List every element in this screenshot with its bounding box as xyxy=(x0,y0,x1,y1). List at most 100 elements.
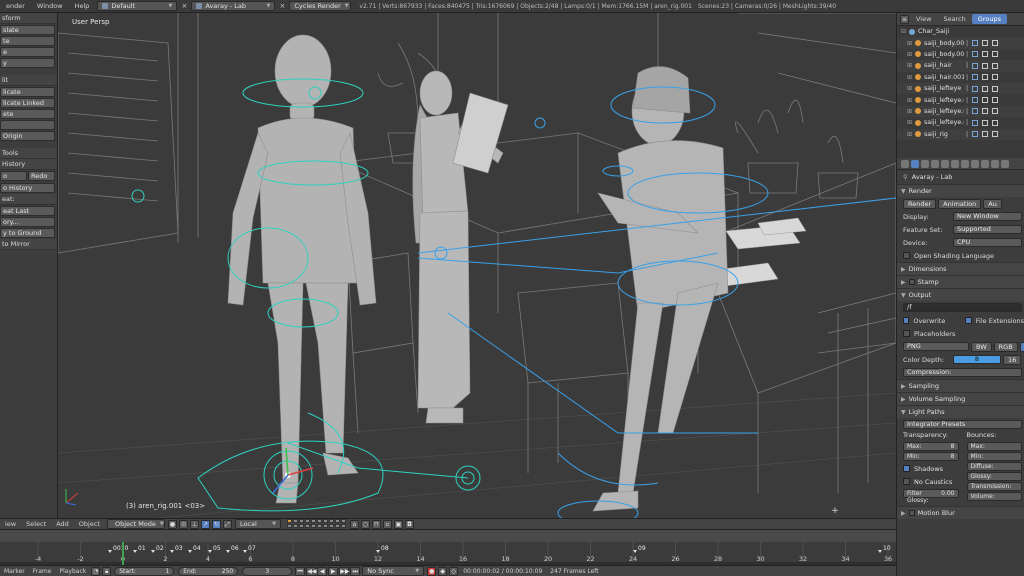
expand-icon[interactable]: ⊞ xyxy=(907,62,913,69)
keying-icon[interactable]: ◔ xyxy=(91,567,100,576)
rotate-icon[interactable]: ↻ xyxy=(212,520,221,529)
color-depth-16-button[interactable]: 16 xyxy=(1003,355,1021,365)
menu-object[interactable]: Object xyxy=(74,520,105,528)
snap-target-icon[interactable]: ▫ xyxy=(383,520,392,529)
toolshelf-button[interactable]: o History xyxy=(0,183,55,193)
stamp-checkbox[interactable] xyxy=(909,279,915,285)
end-frame-field[interactable]: End: 250 xyxy=(178,567,238,576)
toolshelf-button[interactable]: slate xyxy=(0,25,55,35)
motion-blur-checkbox[interactable] xyxy=(909,510,915,516)
toolshelf-button[interactable]: te xyxy=(0,36,55,46)
glossy-field[interactable]: Glossy: xyxy=(967,472,1023,481)
toolshelf-button[interactable]: licate Linked xyxy=(0,98,55,108)
toolshelf-panel-header[interactable]: sform xyxy=(0,13,57,24)
toolshelf-panel-header[interactable]: to Mirror xyxy=(0,239,57,250)
menu-select[interactable]: Select xyxy=(21,520,51,528)
texture-tab-icon[interactable] xyxy=(1001,160,1009,168)
toolshelf-button[interactable]: y xyxy=(0,58,55,68)
menu-window[interactable]: Window xyxy=(31,2,69,10)
camera-icon[interactable]: ◘ xyxy=(405,520,414,529)
filter-glossy-field[interactable]: Filter Glossy:0.00 xyxy=(903,489,959,498)
rgb-button[interactable]: RGB xyxy=(994,342,1018,352)
jump-start-icon[interactable]: ⏮ xyxy=(295,567,305,576)
toolshelf-button[interactable]: Origin xyxy=(0,131,55,141)
expand-icon[interactable]: ⊞ xyxy=(907,108,913,115)
3d-viewport[interactable]: User Persp (3) aren_rig.001 <03> + xyxy=(58,13,896,518)
menu-help[interactable]: Help xyxy=(69,2,96,10)
restrict-view-icon[interactable] xyxy=(982,40,988,46)
lock-icon[interactable]: ⌂ xyxy=(350,520,359,529)
play-reverse-icon[interactable]: ◀ xyxy=(317,567,327,576)
restrict-view-icon[interactable] xyxy=(982,51,988,57)
close-icon[interactable]: × xyxy=(277,1,287,11)
tab-view[interactable]: View xyxy=(910,14,937,24)
render-engine-dropdown[interactable]: Cycles Render ▼ xyxy=(289,1,351,11)
bounces-min-field[interactable]: Min: xyxy=(967,452,1023,461)
panel-motion-blur[interactable]: ▶Motion Blur xyxy=(897,506,1024,519)
restrict-view-icon[interactable] xyxy=(982,63,988,69)
expand-icon[interactable]: ⊞ xyxy=(907,131,913,138)
transparency-max-field[interactable]: Max:8 xyxy=(903,442,959,451)
transmission-field[interactable]: Transmission: xyxy=(967,482,1023,491)
file-extensions-checkbox[interactable] xyxy=(965,317,971,324)
menu-render[interactable]: ender xyxy=(0,2,31,10)
restrict-select-icon[interactable] xyxy=(992,97,998,103)
redo-button[interactable]: Redo xyxy=(28,171,55,181)
panel-stamp[interactable]: ▶Stamp xyxy=(897,275,1024,288)
outliner-item[interactable]: ⊞saiji_hair.001| xyxy=(897,72,1024,83)
world-tab-icon[interactable] xyxy=(941,160,949,168)
restrict-select-icon[interactable] xyxy=(992,120,998,126)
toolshelf-panel-header[interactable]: Tools xyxy=(0,148,57,159)
panel-dimensions[interactable]: ▶Dimensions xyxy=(897,262,1024,275)
transparency-min-field[interactable]: Min:8 xyxy=(903,452,959,461)
pin-icon[interactable]: ⚲ xyxy=(903,173,908,181)
timeline[interactable]: -4-2024681012141618202224262830323436384… xyxy=(0,529,896,565)
toolshelf-button[interactable]: ory... xyxy=(0,217,55,227)
compression-slider[interactable]: Compression: xyxy=(903,368,1022,377)
screen-layout-dropdown[interactable]: Default ▼ xyxy=(97,1,177,11)
color-depth-8-button[interactable]: 8 xyxy=(953,355,1001,364)
outliner-item[interactable]: ⊞saiji_body.001| xyxy=(897,37,1024,48)
outliner-item[interactable]: ⊞saiji_rig| xyxy=(897,129,1024,140)
play-icon[interactable]: ▶ xyxy=(328,567,338,576)
output-path-field[interactable]: /f xyxy=(903,303,1022,312)
device-dropdown[interactable]: CPU xyxy=(953,238,1022,247)
sync-dropdown[interactable]: No Sync ▼ xyxy=(362,566,424,576)
tab-search[interactable]: Search xyxy=(937,14,971,24)
menu-marker[interactable]: Marker xyxy=(0,568,29,575)
render-preview-icon[interactable]: ▣ xyxy=(394,520,403,529)
collapse-icon[interactable]: ⊟ xyxy=(901,28,907,35)
shadows-checkbox[interactable] xyxy=(903,465,910,472)
restrict-select-icon[interactable] xyxy=(992,108,998,114)
outliner-editor-icon[interactable]: ≡ xyxy=(900,15,909,24)
data-tab-icon[interactable] xyxy=(981,160,989,168)
editor-type-icon[interactable] xyxy=(901,160,909,168)
restrict-view-icon[interactable] xyxy=(982,74,988,80)
toolshelf-button[interactable]: ete xyxy=(0,109,55,119)
render-tab-icon[interactable] xyxy=(911,160,919,168)
material-tab-icon[interactable] xyxy=(991,160,999,168)
layer-button[interactable] xyxy=(341,524,346,528)
layer-button[interactable] xyxy=(341,519,346,523)
toolshelf-button[interactable]: e xyxy=(0,47,55,57)
outliner-item[interactable]: ⊞saiji_lefteye.001| xyxy=(897,94,1024,105)
prev-keyframe-icon[interactable]: ◀◀ xyxy=(306,567,316,576)
integrator-presets-dropdown[interactable]: Integrator Presets xyxy=(903,420,1022,429)
panel-sampling[interactable]: ▶Sampling xyxy=(897,379,1024,392)
add-region-icon[interactable]: + xyxy=(830,506,840,516)
restrict-view-icon[interactable] xyxy=(982,131,988,137)
menu-playback[interactable]: Playback xyxy=(55,568,90,575)
keyframe-icon[interactable]: ◆ xyxy=(438,567,447,576)
panel-render[interactable]: ▼Render xyxy=(897,184,1024,197)
close-icon[interactable]: × xyxy=(179,1,189,11)
outliner-item[interactable]: ⊞saiji_hair| xyxy=(897,60,1024,71)
proportional-edit-icon[interactable]: ○ xyxy=(361,520,370,529)
record-icon[interactable]: ● xyxy=(427,567,436,576)
placeholders-checkbox[interactable] xyxy=(903,330,910,337)
overwrite-checkbox[interactable] xyxy=(903,317,909,324)
expand-icon[interactable]: ⊞ xyxy=(907,40,913,47)
outliner-item[interactable]: ⊞saiji_lefteye| xyxy=(897,83,1024,94)
expand-icon[interactable]: ⊞ xyxy=(907,74,913,81)
panel-light-paths[interactable]: ▼Light Paths xyxy=(897,405,1024,418)
file-format-dropdown[interactable]: PNG xyxy=(903,342,969,351)
